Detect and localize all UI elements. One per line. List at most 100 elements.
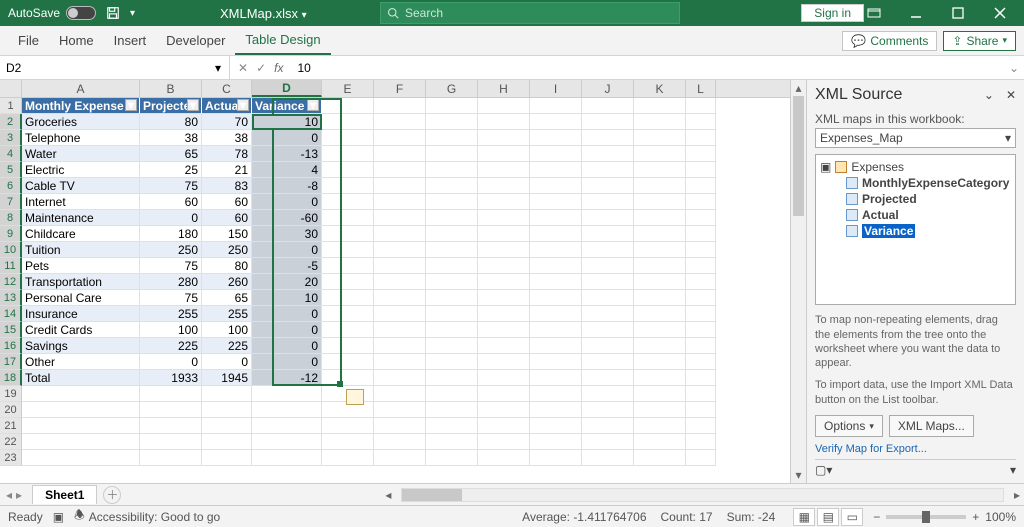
cell-C4[interactable]: 78 [202, 146, 252, 162]
cell-D18[interactable]: -12 [252, 370, 322, 386]
cell-C3[interactable]: 38 [202, 130, 252, 146]
row-header-18[interactable]: 18 [0, 370, 22, 386]
zoom-slider[interactable] [886, 515, 966, 519]
cell-C12[interactable]: 260 [202, 274, 252, 290]
tab-home[interactable]: Home [49, 27, 104, 54]
xml-options-button[interactable]: Options▾ [815, 415, 883, 437]
cell-B10[interactable]: 250 [140, 242, 202, 258]
cell-E17[interactable] [322, 354, 374, 370]
cell-H5[interactable] [478, 162, 530, 178]
cell-L18[interactable] [686, 370, 716, 386]
cell-J8[interactable] [582, 210, 634, 226]
col-header-H[interactable]: H [478, 80, 530, 97]
cell-E22[interactable] [322, 434, 374, 450]
cell-I2[interactable] [530, 114, 582, 130]
worksheet-grid[interactable]: ABCDEFGHIJKL 1Monthly Expense▾Projected▾… [0, 80, 790, 483]
cell-K20[interactable] [634, 402, 686, 418]
cell-B17[interactable]: 0 [140, 354, 202, 370]
cell-I14[interactable] [530, 306, 582, 322]
cell-C15[interactable]: 100 [202, 322, 252, 338]
cell-F12[interactable] [374, 274, 426, 290]
cell-B1[interactable]: Projected▾ [140, 98, 202, 114]
cell-C19[interactable] [202, 386, 252, 402]
row-header-3[interactable]: 3 [0, 130, 22, 146]
cell-F23[interactable] [374, 450, 426, 466]
col-header-I[interactable]: I [530, 80, 582, 97]
cell-I4[interactable] [530, 146, 582, 162]
cell-K7[interactable] [634, 194, 686, 210]
cell-B19[interactable] [140, 386, 202, 402]
pane-options-icon[interactable]: ⌄ [984, 88, 994, 102]
tree-node-projected[interactable]: Projected [820, 191, 1011, 207]
cell-C17[interactable]: 0 [202, 354, 252, 370]
cell-J5[interactable] [582, 162, 634, 178]
cell-B6[interactable]: 75 [140, 178, 202, 194]
share-button[interactable]: ⇪Share▾ [943, 31, 1016, 51]
xml-pane-tool-right[interactable]: ▾ [1010, 463, 1016, 477]
cell-A21[interactable] [22, 418, 140, 434]
cell-D15[interactable]: 0 [252, 322, 322, 338]
cell-E11[interactable] [322, 258, 374, 274]
cell-B9[interactable]: 180 [140, 226, 202, 242]
cell-D20[interactable] [252, 402, 322, 418]
save-icon[interactable] [102, 2, 124, 24]
cell-K23[interactable] [634, 450, 686, 466]
cell-G5[interactable] [426, 162, 478, 178]
tab-developer[interactable]: Developer [156, 27, 235, 54]
cell-D13[interactable]: 10 [252, 290, 322, 306]
cell-H10[interactable] [478, 242, 530, 258]
cell-B21[interactable] [140, 418, 202, 434]
cell-L5[interactable] [686, 162, 716, 178]
cell-E13[interactable] [322, 290, 374, 306]
cell-A2[interactable]: Groceries [22, 114, 140, 130]
cell-F20[interactable] [374, 402, 426, 418]
col-header-F[interactable]: F [374, 80, 426, 97]
cell-L8[interactable] [686, 210, 716, 226]
cell-G6[interactable] [426, 178, 478, 194]
cell-C10[interactable]: 250 [202, 242, 252, 258]
expand-formula-bar-icon[interactable]: ⌄ [1004, 61, 1024, 75]
cell-K8[interactable] [634, 210, 686, 226]
cell-F3[interactable] [374, 130, 426, 146]
zoom-level[interactable]: 100% [985, 510, 1016, 524]
cell-B15[interactable]: 100 [140, 322, 202, 338]
vertical-scrollbar[interactable]: ▴ ▾ [790, 80, 806, 483]
cell-I1[interactable] [530, 98, 582, 114]
cell-B13[interactable]: 75 [140, 290, 202, 306]
cell-A23[interactable] [22, 450, 140, 466]
hscroll-thumb[interactable] [402, 489, 462, 501]
cell-K4[interactable] [634, 146, 686, 162]
cell-L13[interactable] [686, 290, 716, 306]
cell-I9[interactable] [530, 226, 582, 242]
formula-input[interactable]: 10 [291, 61, 1004, 75]
cell-L9[interactable] [686, 226, 716, 242]
search-box[interactable]: Search [380, 2, 680, 24]
row-header-11[interactable]: 11 [0, 258, 22, 274]
page-layout-button[interactable]: ▤ [817, 508, 839, 526]
row-header-5[interactable]: 5 [0, 162, 22, 178]
cell-C11[interactable]: 80 [202, 258, 252, 274]
cell-F14[interactable] [374, 306, 426, 322]
cell-L16[interactable] [686, 338, 716, 354]
xml-maps-button[interactable]: XML Maps... [889, 415, 974, 437]
cell-K16[interactable] [634, 338, 686, 354]
cell-D1[interactable]: Variance▾ [252, 98, 322, 114]
cell-D11[interactable]: -5 [252, 258, 322, 274]
cell-E3[interactable] [322, 130, 374, 146]
cell-C5[interactable]: 21 [202, 162, 252, 178]
ribbon-display-icon[interactable] [854, 2, 894, 24]
cell-F2[interactable] [374, 114, 426, 130]
row-header-22[interactable]: 22 [0, 434, 22, 450]
filter-dropdown-icon[interactable]: ▾ [187, 99, 199, 111]
cell-J23[interactable] [582, 450, 634, 466]
cell-K22[interactable] [634, 434, 686, 450]
cell-L17[interactable] [686, 354, 716, 370]
row-header-10[interactable]: 10 [0, 242, 22, 258]
cell-H13[interactable] [478, 290, 530, 306]
cell-A12[interactable]: Transportation [22, 274, 140, 290]
cell-J4[interactable] [582, 146, 634, 162]
cell-A1[interactable]: Monthly Expense▾ [22, 98, 140, 114]
cell-D6[interactable]: -8 [252, 178, 322, 194]
cell-H3[interactable] [478, 130, 530, 146]
filter-dropdown-icon[interactable]: ▾ [307, 99, 319, 111]
